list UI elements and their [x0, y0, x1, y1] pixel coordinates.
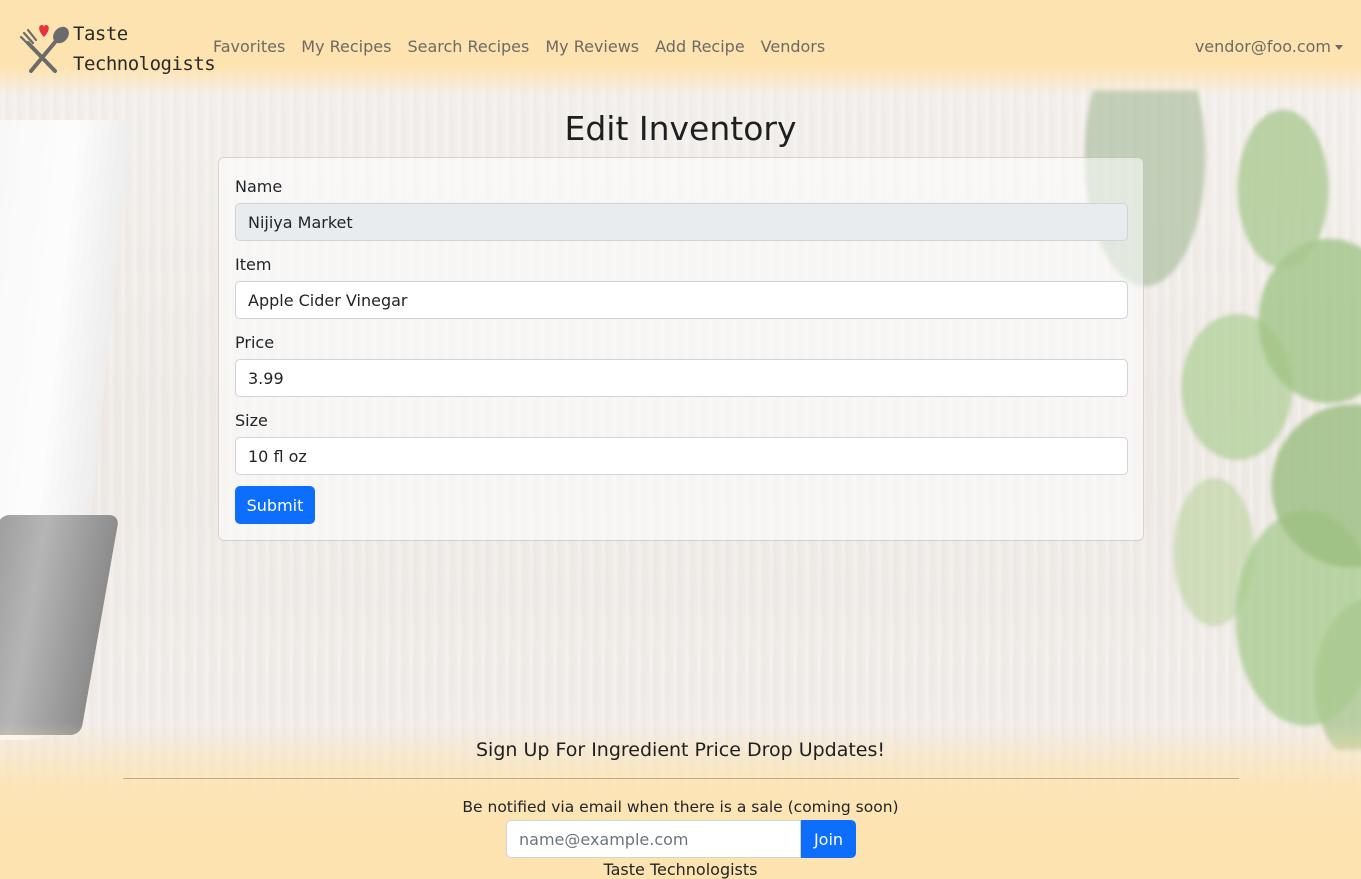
nav-link-vendors[interactable]: Vendors	[753, 36, 834, 58]
brand-name: Taste Technologists	[73, 19, 216, 79]
price-label: Price	[235, 333, 275, 352]
footer: Sign Up For Ingredient Price Drop Update…	[0, 722, 1361, 879]
edit-inventory-form: Name Item Price Size Submit	[218, 157, 1144, 541]
email-field[interactable]	[506, 820, 801, 858]
brand-line-1: Taste	[73, 23, 128, 45]
page-title: Edit Inventory	[564, 109, 797, 148]
user-email: vendor@foo.com	[1194, 37, 1331, 56]
nav-link-my-reviews[interactable]: My Reviews	[537, 36, 647, 58]
item-label: Item	[235, 255, 272, 274]
name-label: Name	[235, 177, 283, 196]
nav-link-search-recipes[interactable]: Search Recipes	[399, 36, 537, 58]
brand[interactable]: Taste Technologists	[18, 18, 216, 80]
footer-subtitle: Be notified via email when there is a sa…	[462, 798, 899, 816]
footer-brand: Taste Technologists	[603, 860, 758, 879]
user-menu-dropdown[interactable]: vendor@foo.com	[1195, 36, 1343, 58]
nav-link-favorites[interactable]: Favorites	[205, 36, 293, 58]
navbar: Taste Technologists Favorites My Recipes…	[0, 0, 1361, 96]
size-field[interactable]	[235, 437, 1128, 475]
item-field-group: Item	[235, 253, 1128, 319]
nav-link-my-recipes[interactable]: My Recipes	[293, 36, 399, 58]
caret-down-icon	[1335, 45, 1343, 50]
price-field[interactable]	[235, 359, 1128, 397]
name-field-group: Name	[235, 175, 1128, 241]
join-button[interactable]: Join	[801, 820, 856, 858]
item-field[interactable]	[235, 281, 1128, 319]
nav-link-add-recipe[interactable]: Add Recipe	[647, 36, 753, 58]
submit-button[interactable]: Submit	[235, 486, 315, 524]
brand-line-2: Technologists	[73, 53, 216, 75]
fork-spoon-heart-icon	[18, 21, 70, 77]
email-signup: Join	[506, 820, 856, 858]
name-field[interactable]	[235, 203, 1128, 241]
size-label: Size	[235, 411, 268, 430]
nav-links: Favorites My Recipes Search Recipes My R…	[205, 36, 833, 58]
size-field-group: Size	[235, 409, 1128, 475]
price-field-group: Price	[235, 331, 1128, 397]
footer-title: Sign Up For Ingredient Price Drop Update…	[475, 739, 886, 761]
footer-divider	[123, 778, 1239, 779]
